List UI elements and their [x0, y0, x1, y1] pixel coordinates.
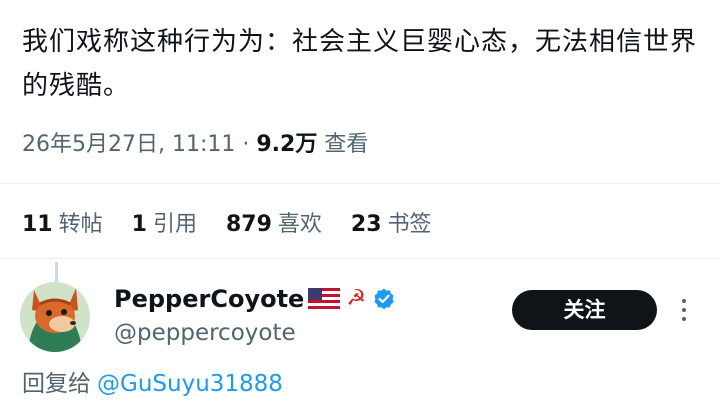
engagement-stats: 11 转帖 1 引用 879 喜欢 23 书签	[22, 208, 454, 242]
divider	[0, 258, 720, 259]
stat-likes[interactable]: 879 喜欢	[226, 212, 322, 237]
stat-reposts[interactable]: 11 转帖	[22, 212, 103, 237]
views-count: 9.2万	[256, 132, 318, 157]
verified-badge-icon	[374, 288, 394, 310]
stat-quotes[interactable]: 1 引用	[132, 212, 197, 237]
user-handle[interactable]: @peppercoyote	[114, 318, 296, 348]
more-options-icon[interactable]	[672, 292, 696, 328]
hammer-sickle-icon: ☭	[346, 286, 367, 311]
reply-to-handle-link[interactable]: @GuSuyu31888	[97, 371, 283, 397]
stat-bookmarks[interactable]: 23 书签	[351, 212, 432, 237]
display-name[interactable]: PepperCoyote	[114, 284, 304, 314]
follow-button[interactable]: 关注	[512, 290, 657, 330]
tweet-timestamp[interactable]: 26年5月27日, 11:11 ·	[22, 132, 256, 157]
us-flag-icon	[308, 288, 341, 310]
reply-to-label: 回复给	[22, 371, 91, 397]
thread-connector-line	[55, 262, 58, 282]
coyote-avatar-icon	[20, 282, 90, 352]
avatar[interactable]	[20, 282, 90, 352]
tweet-text: 我们戏称这种行为为：社会主义巨婴心态，无法相信世界的残酷。	[22, 27, 698, 101]
tweet-meta: 26年5月27日, 11:11 · 9.2万 查看	[22, 129, 368, 161]
display-name-row[interactable]: PepperCoyote ☭	[114, 284, 396, 314]
views-label: 查看	[317, 132, 369, 157]
divider	[0, 183, 720, 184]
reply-to-line: 回复给 @GuSuyu31888	[22, 367, 283, 401]
